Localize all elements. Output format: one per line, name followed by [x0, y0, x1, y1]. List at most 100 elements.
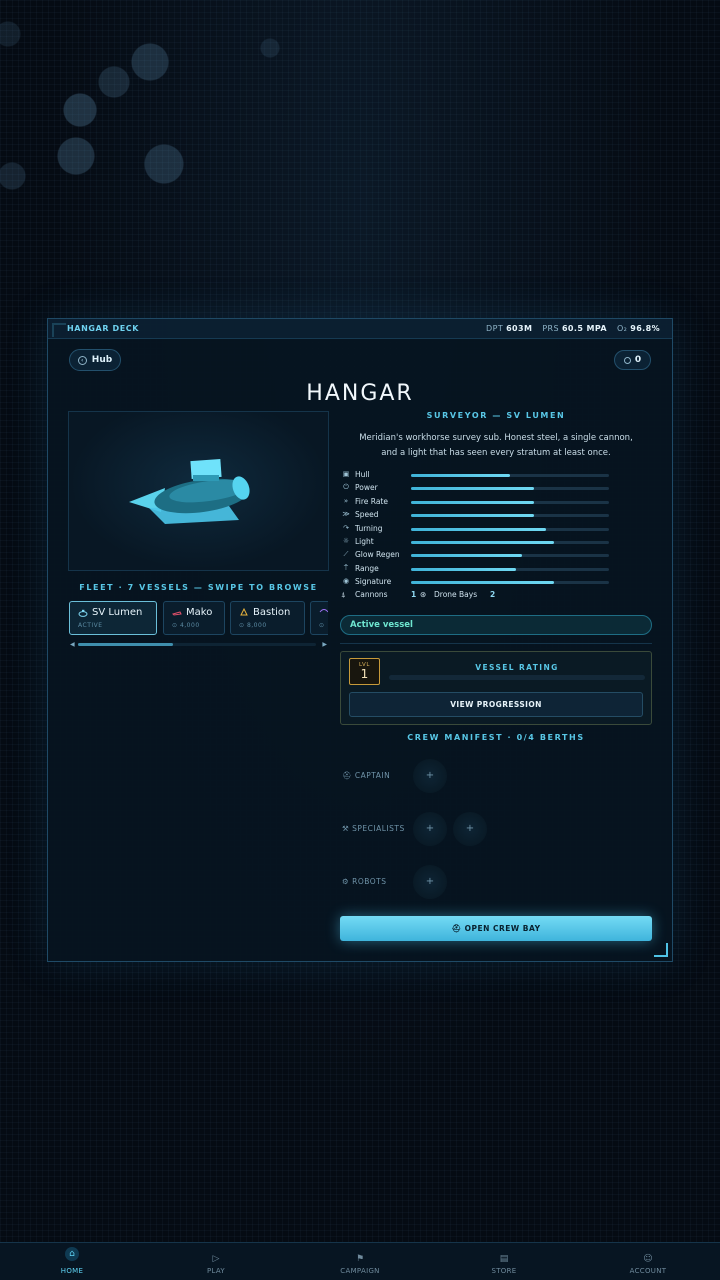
power-icon: ⏻	[343, 483, 349, 492]
crew-slot[interactable]: +	[413, 812, 447, 846]
stat-row: ▣ Hull	[340, 469, 620, 482]
drone-icon: ⊛	[420, 590, 427, 599]
stat-label: Glow Regen	[355, 550, 400, 560]
fleet-label: FLEET · 7 VESSELS — SWIPE TO BROWSE	[79, 583, 318, 592]
captain-icon: ⛑	[342, 771, 353, 780]
nav-campaign[interactable]: ⚑ CAMPAIGN	[288, 1243, 432, 1280]
scroll-left-icon[interactable]: ◀	[70, 641, 75, 648]
scroll-thumb[interactable]	[78, 643, 174, 646]
stat-label: Light	[355, 537, 374, 546]
pressure-readout: PRS 60.5 MPA	[542, 324, 607, 333]
vessel-name: Bastion	[239, 607, 290, 618]
nav-play[interactable]: ▷ PLAY	[144, 1243, 288, 1280]
stat-label: Speed	[355, 510, 379, 520]
vessel-viewport[interactable]	[68, 411, 329, 571]
currency-button[interactable]: 0	[614, 350, 651, 370]
stat-bar	[411, 541, 609, 544]
vessel-card-bastion[interactable]: Bastion ⊙ 8,000	[230, 601, 305, 635]
hub-button[interactable]: ‹ Hub	[69, 349, 121, 371]
stat-bar-fill	[411, 527, 546, 531]
vessel-price: ⊙	[319, 622, 325, 629]
crew-row-label: ⚒ SPECIALISTS	[342, 824, 405, 833]
stealth-sub-icon	[319, 609, 328, 613]
nav-label: CAMPAIGN	[340, 1267, 380, 1275]
stat-bar-fill	[411, 581, 554, 585]
armament-row: ⍋ Cannons 1 ⊛ Drone Bays 2	[340, 590, 620, 602]
view-progression-button[interactable]: VIEW PROGRESSION	[349, 692, 643, 717]
oxygen-readout: O₂ 96.8%	[616, 324, 660, 333]
scroll-right-icon[interactable]: ▶	[322, 641, 327, 648]
stat-row: » Fire Rate	[340, 496, 620, 509]
level-badge: LVL 1	[349, 658, 380, 685]
crew-slot[interactable]: +	[413, 759, 447, 793]
hub-button-label: Hub	[91, 355, 113, 365]
glow-regen-icon: ⟋	[343, 550, 349, 559]
readouts: DPT 603M PRS 60.5 MPA O₂ 96.8%	[486, 324, 660, 333]
page-title: HANGAR	[306, 381, 414, 406]
light-icon: ☼	[342, 537, 350, 545]
range-icon: ⍑	[343, 563, 349, 572]
signature-icon: ◉	[342, 577, 350, 586]
crew-slot[interactable]: +	[453, 812, 487, 846]
nav-account[interactable]: ☺ ACCOUNT	[576, 1243, 720, 1280]
nav-store[interactable]: ▤ STORE	[432, 1243, 576, 1280]
stat-label: Range	[355, 563, 379, 573]
crew-slot[interactable]: +	[413, 865, 447, 899]
stat-bar-fill	[411, 487, 534, 491]
stat-bar-fill	[411, 514, 534, 518]
stat-bar	[411, 474, 609, 477]
coin-icon: ⊙	[172, 622, 178, 629]
stat-bar	[411, 514, 609, 518]
campaign-icon: ⚑	[355, 1254, 365, 1264]
stat-bar	[411, 581, 609, 585]
robot-icon: ⚙	[342, 877, 350, 886]
stat-bar	[411, 567, 609, 571]
stat-row: ☼ Light	[340, 536, 620, 549]
hull-icon: ▣	[342, 470, 350, 478]
coin-icon	[623, 356, 631, 364]
drone-bays-label: Drone Bays	[434, 590, 478, 599]
stat-label: Power	[355, 483, 378, 493]
stat-row: ↷ Turning	[340, 523, 620, 536]
crew-helmet-icon: ⛑	[451, 924, 462, 933]
nav-label: STORE	[491, 1267, 517, 1275]
home-icon: ⌂	[65, 1247, 79, 1261]
cannons-value: 1	[411, 590, 417, 599]
stat-bar	[411, 500, 609, 504]
vessel-card-partial[interactable]: ⊙	[310, 601, 328, 635]
stat-bar-fill	[411, 500, 534, 504]
hangar-panel: HANGAR DECK DPT 603M PRS 60.5 MPA O₂ 96.…	[47, 318, 673, 962]
vessel-card-sv-lumen[interactable]: SV Lumen ACTIVE	[69, 601, 157, 635]
fire-rate-icon: »	[343, 496, 349, 505]
bastion-sub-icon	[240, 608, 248, 616]
vessel-price: ⊙ 8,000	[239, 622, 267, 629]
nav-label: ACCOUNT	[629, 1267, 667, 1275]
stat-bar-fill	[411, 474, 510, 477]
stat-label: Fire Rate	[355, 496, 388, 506]
vessel-price: ⊙ 4,000	[172, 622, 200, 629]
open-crew-bay-label: OPEN CREW BAY	[464, 924, 541, 933]
crew-manifest-label: CREW MANIFEST · 0/4 BERTHS	[407, 733, 585, 742]
coin-icon: ⊙	[319, 622, 325, 629]
stat-label: Turning	[355, 523, 383, 533]
account-icon: ☺	[643, 1254, 653, 1264]
stat-label: Signature	[355, 577, 392, 587]
carousel-scrollbar[interactable]: ◀ ▶	[68, 641, 328, 649]
vessel-class-label: SURVEYOR — SV LUMEN	[426, 411, 566, 420]
status-bar: HANGAR DECK DPT 603M PRS 60.5 MPA O₂ 96.…	[48, 319, 672, 339]
stat-row: ⏻ Power	[340, 482, 620, 495]
crew-row-label: ⚙ ROBOTS	[342, 877, 387, 886]
bottom-nav: ⌂ HOME ▷ PLAY ⚑ CAMPAIGN ▤ STORE ☺ ACCOU…	[0, 1242, 720, 1280]
nav-home[interactable]: ⌂ HOME	[0, 1243, 144, 1280]
coin-icon: ⊙	[239, 622, 245, 629]
vessel-card-mako[interactable]: Mako ⊙ 4,000	[163, 601, 225, 635]
stat-bar-fill	[411, 567, 516, 571]
open-crew-bay-button[interactable]: ⛑ OPEN CREW BAY	[340, 916, 652, 941]
vessel-name: SV Lumen	[78, 607, 142, 618]
currency-value: 0	[634, 355, 642, 365]
vessel-carousel[interactable]: SV Lumen ACTIVE Mako ⊙ 4,000 Bastion ⊙ 8…	[68, 601, 328, 637]
cannons-label: Cannons	[355, 590, 388, 599]
submarine-model	[129, 458, 250, 524]
scroll-track[interactable]	[78, 643, 316, 646]
vessel-description: Meridian's workhorse survey sub. Honest …	[359, 433, 633, 458]
